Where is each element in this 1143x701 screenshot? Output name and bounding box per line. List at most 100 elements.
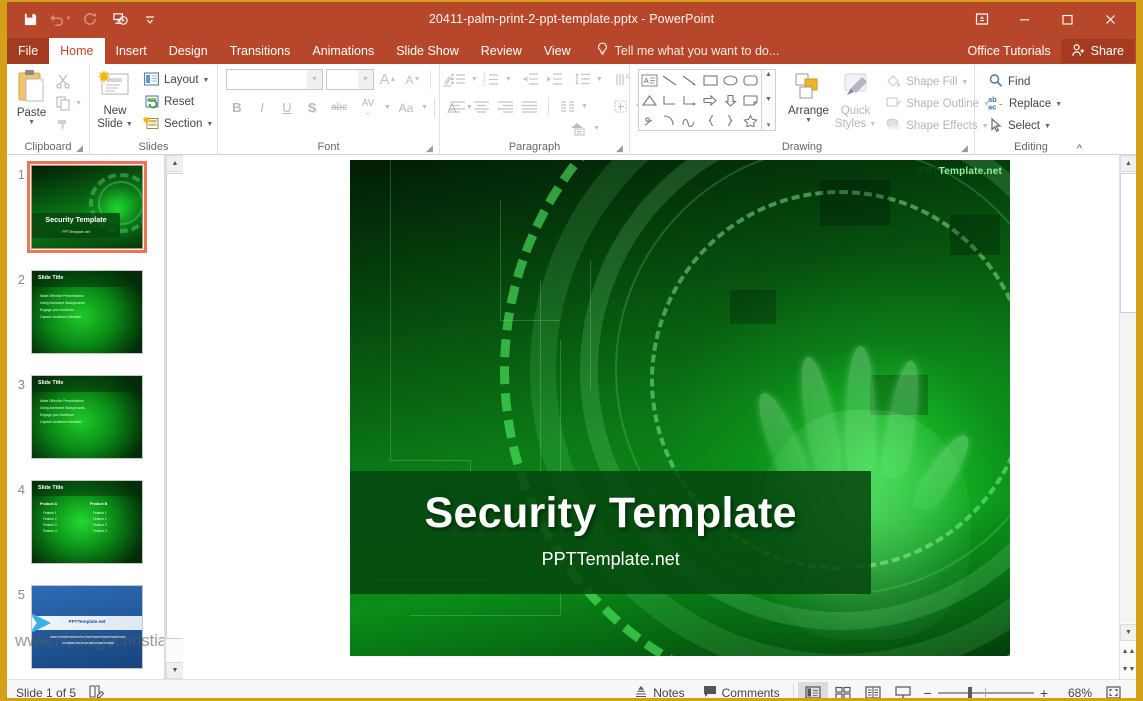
- next-slide-icon[interactable]: ▼▼: [1120, 661, 1136, 678]
- down-arrow-shape[interactable]: [720, 90, 740, 110]
- layout-dropdown-icon[interactable]: ▼: [203, 77, 210, 84]
- increase-indent-icon[interactable]: [544, 69, 565, 89]
- freeform-shape[interactable]: [639, 110, 659, 130]
- zoom-handle[interactable]: [967, 686, 972, 698]
- zoom-slider[interactable]: − +: [918, 685, 1054, 699]
- align-center-icon[interactable]: [471, 96, 492, 116]
- italic-button[interactable]: I: [251, 97, 273, 118]
- thumbnail-3[interactable]: 3 Slide Title Make Effective Presentatio…: [11, 375, 143, 459]
- zoom-out-button[interactable]: −: [924, 685, 932, 699]
- maximize-button[interactable]: [1046, 4, 1089, 34]
- curve-shape[interactable]: [680, 110, 700, 130]
- bullets-icon[interactable]: [447, 69, 468, 89]
- strikethrough-button[interactable]: abc: [326, 97, 352, 118]
- minimize-button[interactable]: [1003, 4, 1046, 34]
- comments-button[interactable]: Comments: [694, 682, 789, 698]
- right-brace-shape[interactable]: [720, 110, 740, 130]
- smartart-dropdown-icon[interactable]: ▼: [593, 125, 600, 132]
- new-slide-dropdown-icon[interactable]: ▼: [126, 121, 133, 128]
- thumbnail-slide-1[interactable]: Security Template PPTTemplate.net: [27, 161, 147, 253]
- change-case-button[interactable]: Aa: [394, 97, 418, 118]
- text-box-shape[interactable]: A: [639, 70, 659, 90]
- close-button[interactable]: [1089, 4, 1132, 34]
- fit-slide-to-window-icon[interactable]: [1098, 682, 1128, 698]
- section-button[interactable]: Section ▼: [140, 113, 216, 135]
- bold-button[interactable]: B: [226, 97, 248, 118]
- zoom-in-button[interactable]: +: [1040, 685, 1048, 699]
- current-slide[interactable]: PPTTemplate.net Security Template PPTTem…: [350, 160, 1010, 656]
- right-arrow-shape[interactable]: [700, 90, 720, 110]
- left-brace-shape[interactable]: [700, 110, 720, 130]
- change-case-dropdown-icon[interactable]: ▼: [421, 104, 428, 111]
- character-spacing-button[interactable]: AV ↔: [355, 97, 381, 118]
- tab-review[interactable]: Review: [470, 38, 533, 64]
- tell-me-search[interactable]: Tell me what you want to do...: [596, 38, 779, 64]
- tab-design[interactable]: Design: [158, 38, 219, 64]
- folded-corner-shape[interactable]: [741, 90, 761, 110]
- notes-page-icon[interactable]: [88, 684, 105, 699]
- scroll-down-icon[interactable]: ▼: [1120, 624, 1136, 641]
- shapes-more-icon[interactable]: ▾: [767, 121, 771, 129]
- find-button[interactable]: Find: [985, 71, 1065, 93]
- bullets-dropdown-icon[interactable]: ▼: [471, 76, 478, 83]
- arrange-dropdown-icon[interactable]: ▼: [805, 117, 812, 124]
- slide-sorter-view-button[interactable]: [828, 682, 858, 698]
- slide-scrollbar[interactable]: ▲ ▼ ▲▲ ▼▼: [1119, 155, 1136, 679]
- shapes-gallery-scrollbar[interactable]: ▲ ▼ ▾: [762, 69, 776, 131]
- tab-view[interactable]: View: [533, 38, 582, 64]
- thumbnail-5[interactable]: 5 PPTTemplate.net: [11, 585, 143, 669]
- tab-home[interactable]: Home: [49, 38, 105, 64]
- smartart-icon[interactable]: [569, 118, 590, 138]
- thumbnail-slide-4[interactable]: Slide Title Product A Product B Feature …: [31, 480, 143, 564]
- decrease-font-size-button[interactable]: A ▼: [402, 69, 424, 90]
- line-spacing-dropdown-icon[interactable]: ▼: [596, 76, 603, 83]
- quick-styles-dropdown-icon[interactable]: ▼: [869, 121, 876, 128]
- line-shape[interactable]: [659, 70, 679, 90]
- tab-animations[interactable]: Animations: [301, 38, 385, 64]
- select-dropdown-icon[interactable]: ▼: [1044, 123, 1051, 130]
- triangle-shape[interactable]: [639, 90, 659, 110]
- thumbnail-scroll-down-icon[interactable]: ▼: [166, 662, 184, 679]
- replace-dropdown-icon[interactable]: ▼: [1055, 101, 1062, 108]
- slide-scroll-thumb[interactable]: [1120, 173, 1136, 313]
- elbow-connector-shape[interactable]: [659, 90, 679, 110]
- rounded-rectangle-shape[interactable]: [741, 70, 761, 90]
- justify-icon[interactable]: [519, 96, 540, 116]
- thumbnail-scrollbar[interactable]: ▲ ▼: [165, 155, 184, 679]
- account-name[interactable]: Office Tutorials: [958, 44, 1061, 58]
- elbow-arrow-connector-shape[interactable]: [680, 90, 700, 110]
- select-button[interactable]: Select ▼: [985, 115, 1065, 137]
- quick-styles-button[interactable]: Quick Styles ▼: [835, 69, 876, 130]
- font-name-dropdown-icon[interactable]: ▼: [307, 70, 322, 89]
- rectangle-shape[interactable]: [700, 70, 720, 90]
- arrow-shape[interactable]: [680, 70, 700, 90]
- align-text-icon[interactable]: [611, 96, 632, 116]
- thumbnail-slide-2[interactable]: Slide Title Make Effective Presentations…: [31, 270, 143, 354]
- thumbnail-2[interactable]: 2 Slide Title Make Effective Presentatio…: [11, 270, 143, 354]
- tab-file[interactable]: File: [7, 38, 50, 64]
- slide-subtitle[interactable]: PPTTemplate.net: [350, 549, 871, 570]
- reset-button[interactable]: Reset: [140, 91, 216, 113]
- scroll-up-icon[interactable]: ▲: [1120, 155, 1136, 172]
- copy-button[interactable]: ▼: [52, 92, 85, 114]
- arc-shape[interactable]: [659, 110, 679, 130]
- paste-dropdown-icon[interactable]: ▼: [28, 119, 35, 126]
- clipboard-dialog-launcher[interactable]: ◢: [74, 143, 85, 154]
- font-dialog-launcher[interactable]: ◢: [424, 143, 435, 154]
- font-name-box[interactable]: ▼: [226, 69, 323, 90]
- replace-button[interactable]: ab ac Replace ▼: [985, 93, 1065, 115]
- shape-fill-dropdown-icon[interactable]: ▼: [961, 79, 968, 86]
- notes-button[interactable]: Notes: [625, 682, 693, 698]
- title-placeholder[interactable]: Security Template PPTTemplate.net: [350, 471, 872, 594]
- thumbnail-slide-3[interactable]: Slide Title Make Effective Presentations…: [31, 375, 143, 459]
- cut-button[interactable]: [52, 70, 85, 92]
- thumbnail-scroll-thumb[interactable]: [166, 173, 184, 639]
- thumbnail-slide-5[interactable]: PPTTemplate.net: [31, 585, 143, 669]
- character-spacing-dropdown-icon[interactable]: ▼: [384, 104, 391, 111]
- tab-slide-show[interactable]: Slide Show: [385, 38, 470, 64]
- new-slide-button[interactable]: New Slide ▼: [96, 67, 134, 130]
- font-size-dropdown-icon[interactable]: ▼: [358, 70, 373, 89]
- format-painter-button[interactable]: [52, 114, 85, 136]
- shapes-scroll-down-icon[interactable]: ▼: [765, 96, 772, 103]
- layout-button[interactable]: Layout ▼: [140, 69, 216, 91]
